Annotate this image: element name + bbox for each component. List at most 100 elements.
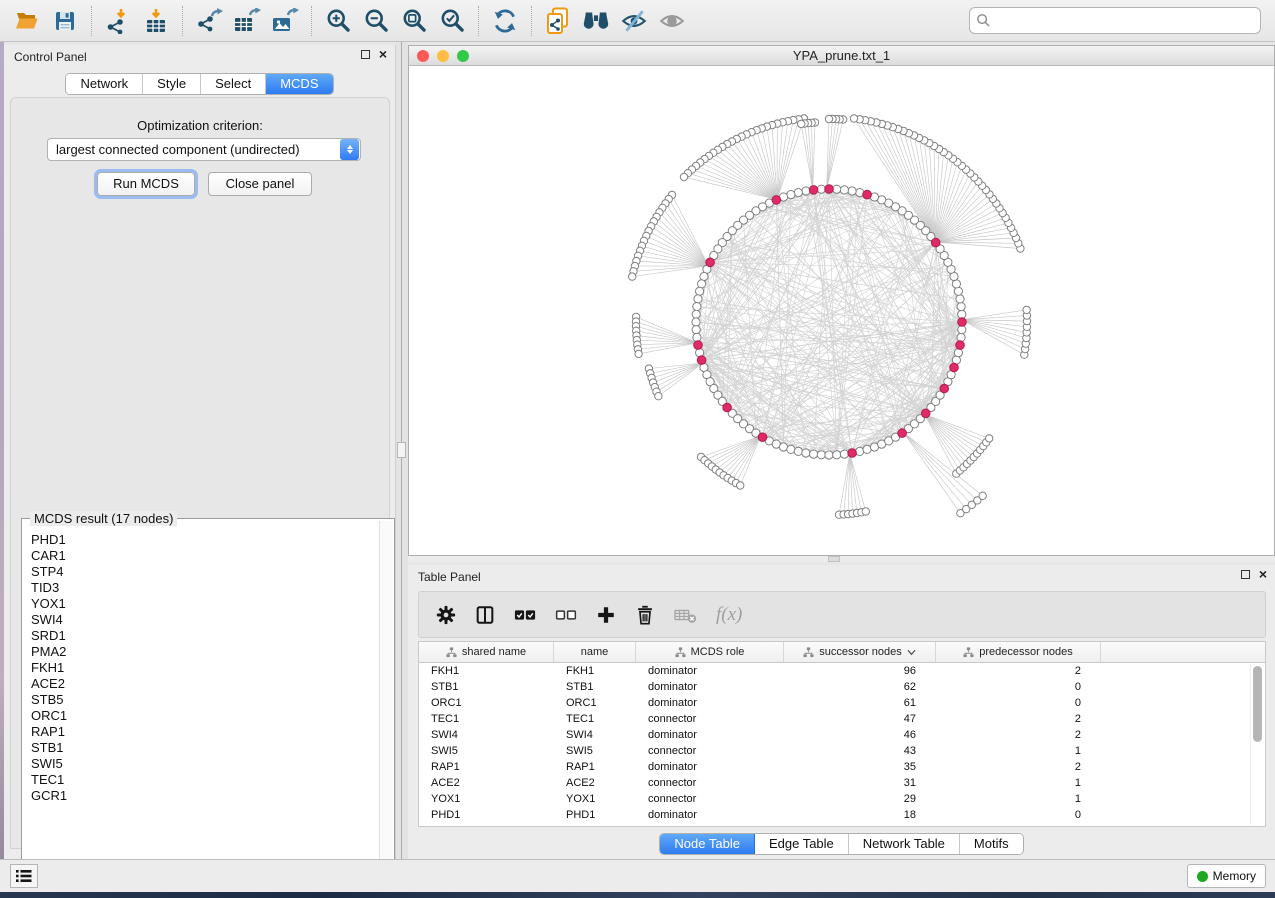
mcds-result-item[interactable]: PHD1	[31, 532, 378, 548]
show-all-button[interactable]	[656, 5, 688, 37]
zoom-out-icon	[363, 7, 390, 34]
table-row[interactable]: FKH1FKH1dominator962	[419, 663, 1265, 679]
tab-node-table[interactable]: Node Table	[660, 834, 755, 854]
mcds-result-item[interactable]: FKH1	[31, 660, 378, 676]
tab-style[interactable]: Style	[143, 74, 201, 94]
import-table-button[interactable]	[140, 5, 172, 37]
import-network-icon	[105, 8, 131, 34]
tab-network-table[interactable]: Network Table	[849, 834, 960, 854]
search-network-button[interactable]	[580, 5, 612, 37]
deselect-all-icon[interactable]	[554, 604, 578, 626]
table-options-gear-icon[interactable]	[435, 604, 457, 626]
export-network-button[interactable]	[193, 5, 225, 37]
zoom-out-button[interactable]	[360, 5, 392, 37]
column-header-MCDS-role[interactable]: MCDS role	[636, 642, 784, 662]
horizontal-splitter[interactable]	[408, 556, 1275, 562]
export-image-button[interactable]	[269, 5, 301, 37]
table-row[interactable]: SWI5SWI5connector431	[419, 743, 1265, 759]
mcds-result-item[interactable]: STB1	[31, 740, 378, 756]
zoom-in-button[interactable]	[322, 5, 354, 37]
shared-column-icon	[803, 647, 814, 658]
mcds-result-item[interactable]: STP4	[31, 564, 378, 580]
mcds-result-item[interactable]: TEC1	[31, 772, 378, 788]
export-table-button[interactable]	[231, 5, 263, 37]
close-panel-icon[interactable]: ×	[379, 49, 387, 60]
table-row[interactable]: YOX1YOX1connector291	[419, 791, 1265, 807]
task-history-button[interactable]	[10, 864, 38, 888]
table-row[interactable]: RAP1RAP1dominator352	[419, 759, 1265, 775]
close-traffic-light[interactable]	[417, 50, 429, 62]
table-row[interactable]: TEC1TEC1connector472	[419, 711, 1265, 727]
mcds-result-item[interactable]: STB5	[31, 692, 378, 708]
mcds-list-scrollbar[interactable]	[379, 521, 393, 887]
zoom-traffic-light[interactable]	[457, 50, 469, 62]
table-cell: YOX1	[419, 791, 554, 807]
network-graph-canvas[interactable]	[409, 66, 1274, 555]
mcds-result-item[interactable]: RAP1	[31, 724, 378, 740]
table-cell: connector	[636, 743, 784, 759]
hide-selected-button[interactable]	[618, 5, 650, 37]
network-window-titlebar[interactable]: YPA_prune.txt_1	[409, 46, 1274, 66]
table-scrollbar[interactable]	[1250, 664, 1264, 825]
mcds-result-item[interactable]: SWI5	[31, 756, 378, 772]
table-cell: 31	[784, 775, 936, 791]
float-panel-icon[interactable]	[1241, 570, 1250, 579]
column-header-successor-nodes[interactable]: successor nodes	[784, 642, 936, 662]
application-window: Control Panel × Network Style Select MCD…	[0, 0, 1275, 898]
table-cell: dominator	[636, 695, 784, 711]
table-panel-header: Table Panel ×	[408, 565, 1275, 589]
mcds-result-item[interactable]: GCR1	[31, 788, 378, 804]
column-header-predecessor-nodes[interactable]: predecessor nodes	[936, 642, 1101, 662]
table-row[interactable]: ORC1ORC1dominator610	[419, 695, 1265, 711]
mcds-result-item[interactable]: TID3	[31, 580, 378, 596]
show-columns-icon[interactable]	[474, 604, 496, 626]
table-cell: dominator	[636, 807, 784, 823]
mcds-result-item[interactable]: PMA2	[31, 644, 378, 660]
import-network-button[interactable]	[102, 5, 134, 37]
refresh-button[interactable]	[489, 5, 521, 37]
binoculars-icon	[580, 8, 612, 34]
mcds-result-item[interactable]: SRD1	[31, 628, 378, 644]
close-panel-button[interactable]: Close panel	[208, 172, 312, 196]
float-panel-icon[interactable]	[361, 50, 370, 59]
table-row[interactable]: STB1STB1dominator620	[419, 679, 1265, 695]
mcds-result-item[interactable]: SWI4	[31, 612, 378, 628]
zoom-selected-button[interactable]	[436, 5, 468, 37]
add-column-icon[interactable]	[595, 604, 617, 626]
table-row[interactable]: SWI4SWI4dominator462	[419, 727, 1265, 743]
column-header-shared-name[interactable]: shared name	[419, 642, 554, 662]
zoom-fit-button[interactable]	[398, 5, 430, 37]
memory-button[interactable]: Memory	[1187, 864, 1266, 888]
table-row[interactable]: ACE2ACE2connector311	[419, 775, 1265, 791]
tab-select[interactable]: Select	[201, 74, 266, 94]
mcds-result-list[interactable]: PHD1CAR1STP4TID3YOX1SWI4SRD1PMA2FKH1ACE2…	[23, 522, 378, 888]
table-row[interactable]: PHD1PHD1dominator180	[419, 807, 1265, 823]
table-cell: 29	[784, 791, 936, 807]
mcds-result-item[interactable]: CAR1	[31, 548, 378, 564]
mcds-result-item[interactable]: ORC1	[31, 708, 378, 724]
splitter-grip[interactable]	[397, 442, 406, 458]
tab-network[interactable]: Network	[66, 74, 143, 94]
network-from-selection-button[interactable]	[542, 5, 574, 37]
run-mcds-button[interactable]: Run MCDS	[97, 172, 195, 196]
search-box[interactable]	[969, 7, 1261, 34]
search-input[interactable]	[991, 13, 1254, 28]
new-network-from-selection-icon	[545, 7, 571, 35]
select-all-icon[interactable]	[513, 604, 537, 626]
delete-column-icon[interactable]	[634, 604, 656, 626]
tab-mcds[interactable]: MCDS	[266, 74, 332, 94]
scrollbar-thumb[interactable]	[1253, 666, 1262, 742]
mcds-result-item[interactable]: ACE2	[31, 676, 378, 692]
vertical-splitter[interactable]	[396, 42, 408, 859]
splitter-grip[interactable]	[828, 556, 840, 562]
minimize-traffic-light[interactable]	[437, 50, 449, 62]
column-header-name[interactable]: name	[554, 642, 636, 662]
open-file-button[interactable]	[11, 5, 43, 37]
criterion-dropdown[interactable]: largest connected component (undirected)	[47, 138, 361, 161]
save-session-button[interactable]	[49, 5, 81, 37]
close-panel-icon[interactable]: ×	[1259, 569, 1267, 580]
tab-motifs[interactable]: Motifs	[960, 834, 1023, 854]
tab-edge-table[interactable]: Edge Table	[755, 834, 849, 854]
table-cell: PHD1	[554, 807, 636, 823]
mcds-result-item[interactable]: YOX1	[31, 596, 378, 612]
